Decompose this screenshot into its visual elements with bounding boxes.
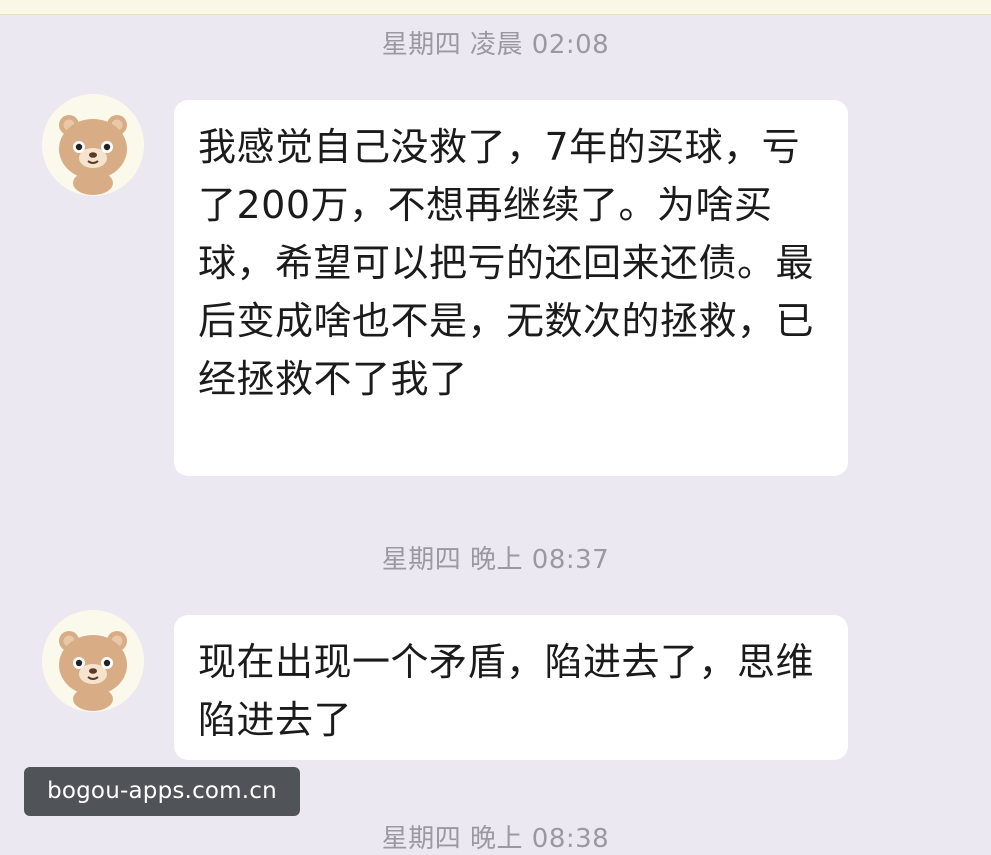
bear-avatar-icon[interactable] (42, 94, 144, 196)
bear-avatar-icon[interactable] (42, 610, 144, 712)
message-bubble[interactable]: 现在出现一个矛盾，陷进去了，思维陷进去了 (174, 615, 848, 760)
top-banner-strip (0, 0, 991, 15)
message-timestamp: 星期四 晚上 08:37 (381, 545, 610, 575)
message-timestamp: 星期四 凌晨 02:08 (381, 30, 610, 60)
partial-message-timestamp: 星期四 晚上 08:38 (381, 824, 610, 854)
message-bubble[interactable]: 我感觉自己没救了，7年的买球，亏了200万，不想再继续了。为啥买球，希望可以把亏… (174, 100, 848, 476)
bear-face-icon (42, 94, 144, 196)
bear-face-icon (42, 610, 144, 712)
watermark-badge: bogou-apps.com.cn (24, 767, 300, 816)
